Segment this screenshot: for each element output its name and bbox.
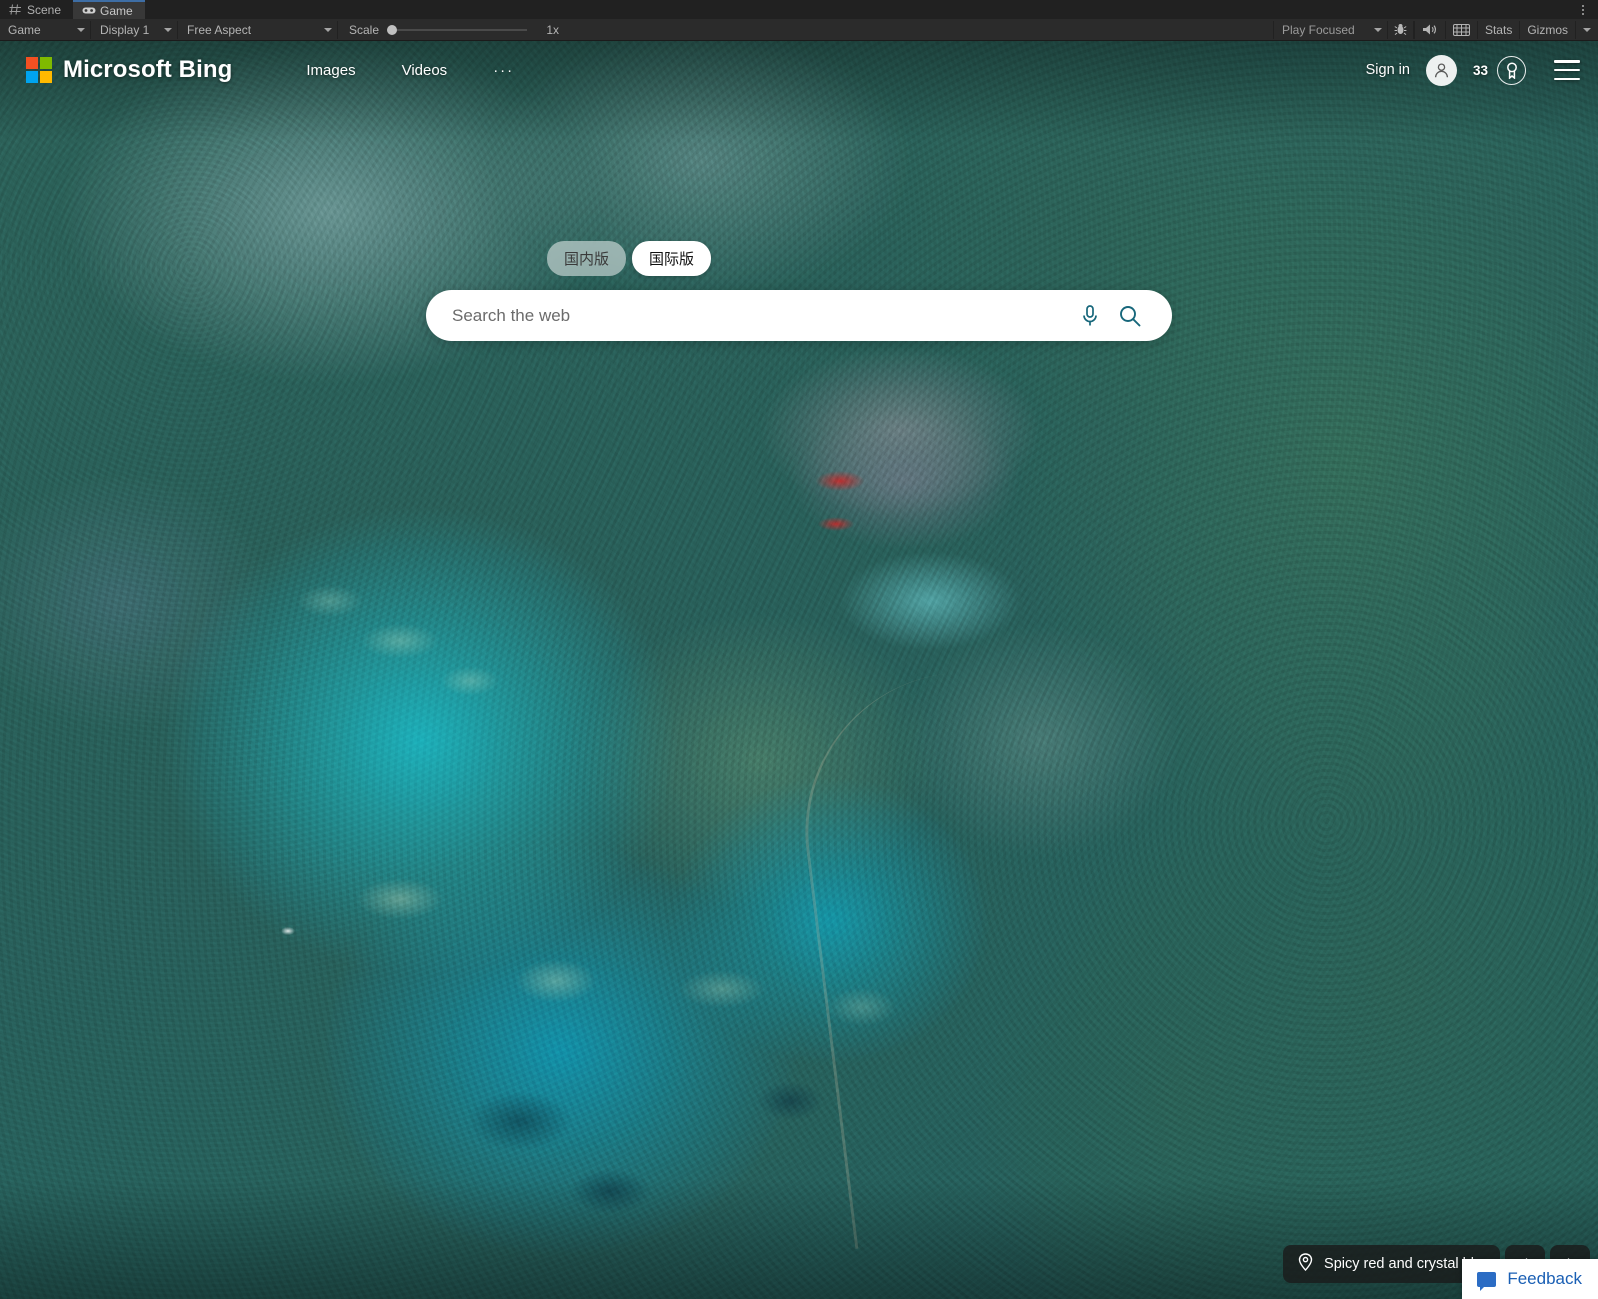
- chevron-down-icon: [1583, 28, 1591, 32]
- scale-slider-group[interactable]: Scale 1x: [339, 21, 569, 39]
- chevron-down-icon: [1374, 28, 1382, 32]
- search-icon[interactable]: [1110, 296, 1150, 336]
- person-icon: [1433, 62, 1450, 79]
- tab-game[interactable]: Game: [73, 0, 145, 19]
- bug-icon[interactable]: [1388, 21, 1414, 39]
- gizmos-button[interactable]: Gizmos: [1519, 21, 1575, 39]
- region-tab-international[interactable]: 国际版: [632, 241, 711, 276]
- nav-link-videos[interactable]: Videos: [402, 62, 448, 79]
- stats-button[interactable]: Stats: [1477, 21, 1519, 39]
- chevron-down-icon: [164, 28, 172, 32]
- microphone-icon[interactable]: [1070, 296, 1110, 336]
- aspect-dropdown-label: Free Aspect: [187, 23, 251, 37]
- feedback-button[interactable]: Feedback: [1462, 1259, 1598, 1299]
- avatar[interactable]: [1426, 55, 1457, 86]
- more-vertical-icon[interactable]: [1576, 0, 1598, 19]
- stats-label: Stats: [1485, 23, 1512, 37]
- image-caption: Spicy red and crystal blu: [1324, 1256, 1482, 1272]
- bing-nav: Images Videos ···: [306, 62, 514, 79]
- nav-more-button[interactable]: ···: [493, 62, 514, 79]
- bing-header-right: Sign in 33: [1366, 55, 1580, 86]
- unity-game-toolbar: Game Display 1 Free Aspect Scale 1x Play…: [0, 19, 1598, 41]
- bing-homepage: Microsoft Bing Images Videos ··· Sign in…: [0, 41, 1598, 1299]
- rewards-count: 33: [1473, 63, 1488, 78]
- aspect-ratio-dropdown[interactable]: Free Aspect: [180, 21, 338, 39]
- scale-slider[interactable]: [387, 29, 527, 31]
- chevron-down-icon: [324, 28, 332, 32]
- gizmos-label: Gizmos: [1527, 23, 1568, 37]
- grid-icon: [9, 4, 22, 15]
- bing-header: Microsoft Bing Images Videos ··· Sign in…: [0, 41, 1598, 99]
- search-region: 国内版 国际版: [0, 241, 1598, 341]
- brand-name: Microsoft Bing: [63, 56, 232, 84]
- display-dropdown[interactable]: Display 1: [93, 21, 178, 39]
- search-input[interactable]: [452, 306, 1070, 326]
- sign-in-button[interactable]: Sign in: [1366, 62, 1410, 78]
- target-dropdown[interactable]: Game: [1, 21, 91, 39]
- hamburger-menu-icon[interactable]: [1554, 60, 1580, 80]
- background-texture: [0, 41, 1598, 1299]
- tab-scene-label: Scene: [27, 3, 61, 17]
- scale-value: 1x: [535, 23, 559, 37]
- tab-scene[interactable]: Scene: [0, 0, 73, 19]
- app-root: Scene Game Game Display 1: [0, 0, 1598, 1299]
- gamepad-icon: [82, 5, 95, 16]
- play-mode-dropdown[interactable]: Play Focused: [1273, 21, 1388, 39]
- target-dropdown-label: Game: [8, 23, 41, 37]
- tab-bar-spacer: [145, 0, 1576, 19]
- tab-game-label: Game: [100, 4, 133, 18]
- play-mode-label: Play Focused: [1282, 23, 1355, 37]
- coastal-trail: [787, 653, 1183, 1249]
- rewards-button[interactable]: 33: [1473, 56, 1526, 85]
- region-tab-domestic[interactable]: 国内版: [547, 241, 626, 276]
- toolbar-right-tools: Stats Gizmos: [1414, 21, 1598, 39]
- nav-link-images[interactable]: Images: [306, 62, 355, 79]
- display-dropdown-label: Display 1: [100, 23, 149, 37]
- scale-slider-knob[interactable]: [387, 25, 397, 35]
- feedback-label: Feedback: [1507, 1269, 1582, 1289]
- unity-tab-bar: Scene Game: [0, 0, 1598, 19]
- bing-logo[interactable]: Microsoft Bing: [26, 56, 232, 84]
- feedback-bubble-icon: [1477, 1272, 1496, 1287]
- gizmos-dropdown[interactable]: [1575, 21, 1598, 39]
- location-pin-icon: [1298, 1253, 1313, 1275]
- microsoft-logo-icon: [26, 57, 52, 83]
- search-box[interactable]: [426, 290, 1172, 341]
- scale-label: Scale: [349, 23, 379, 37]
- chevron-down-icon: [77, 28, 85, 32]
- speaker-icon[interactable]: [1414, 21, 1445, 39]
- frame-grid-icon[interactable]: [1445, 21, 1477, 39]
- medal-icon: [1497, 56, 1526, 85]
- region-tabs: 国内版 国际版: [547, 241, 711, 276]
